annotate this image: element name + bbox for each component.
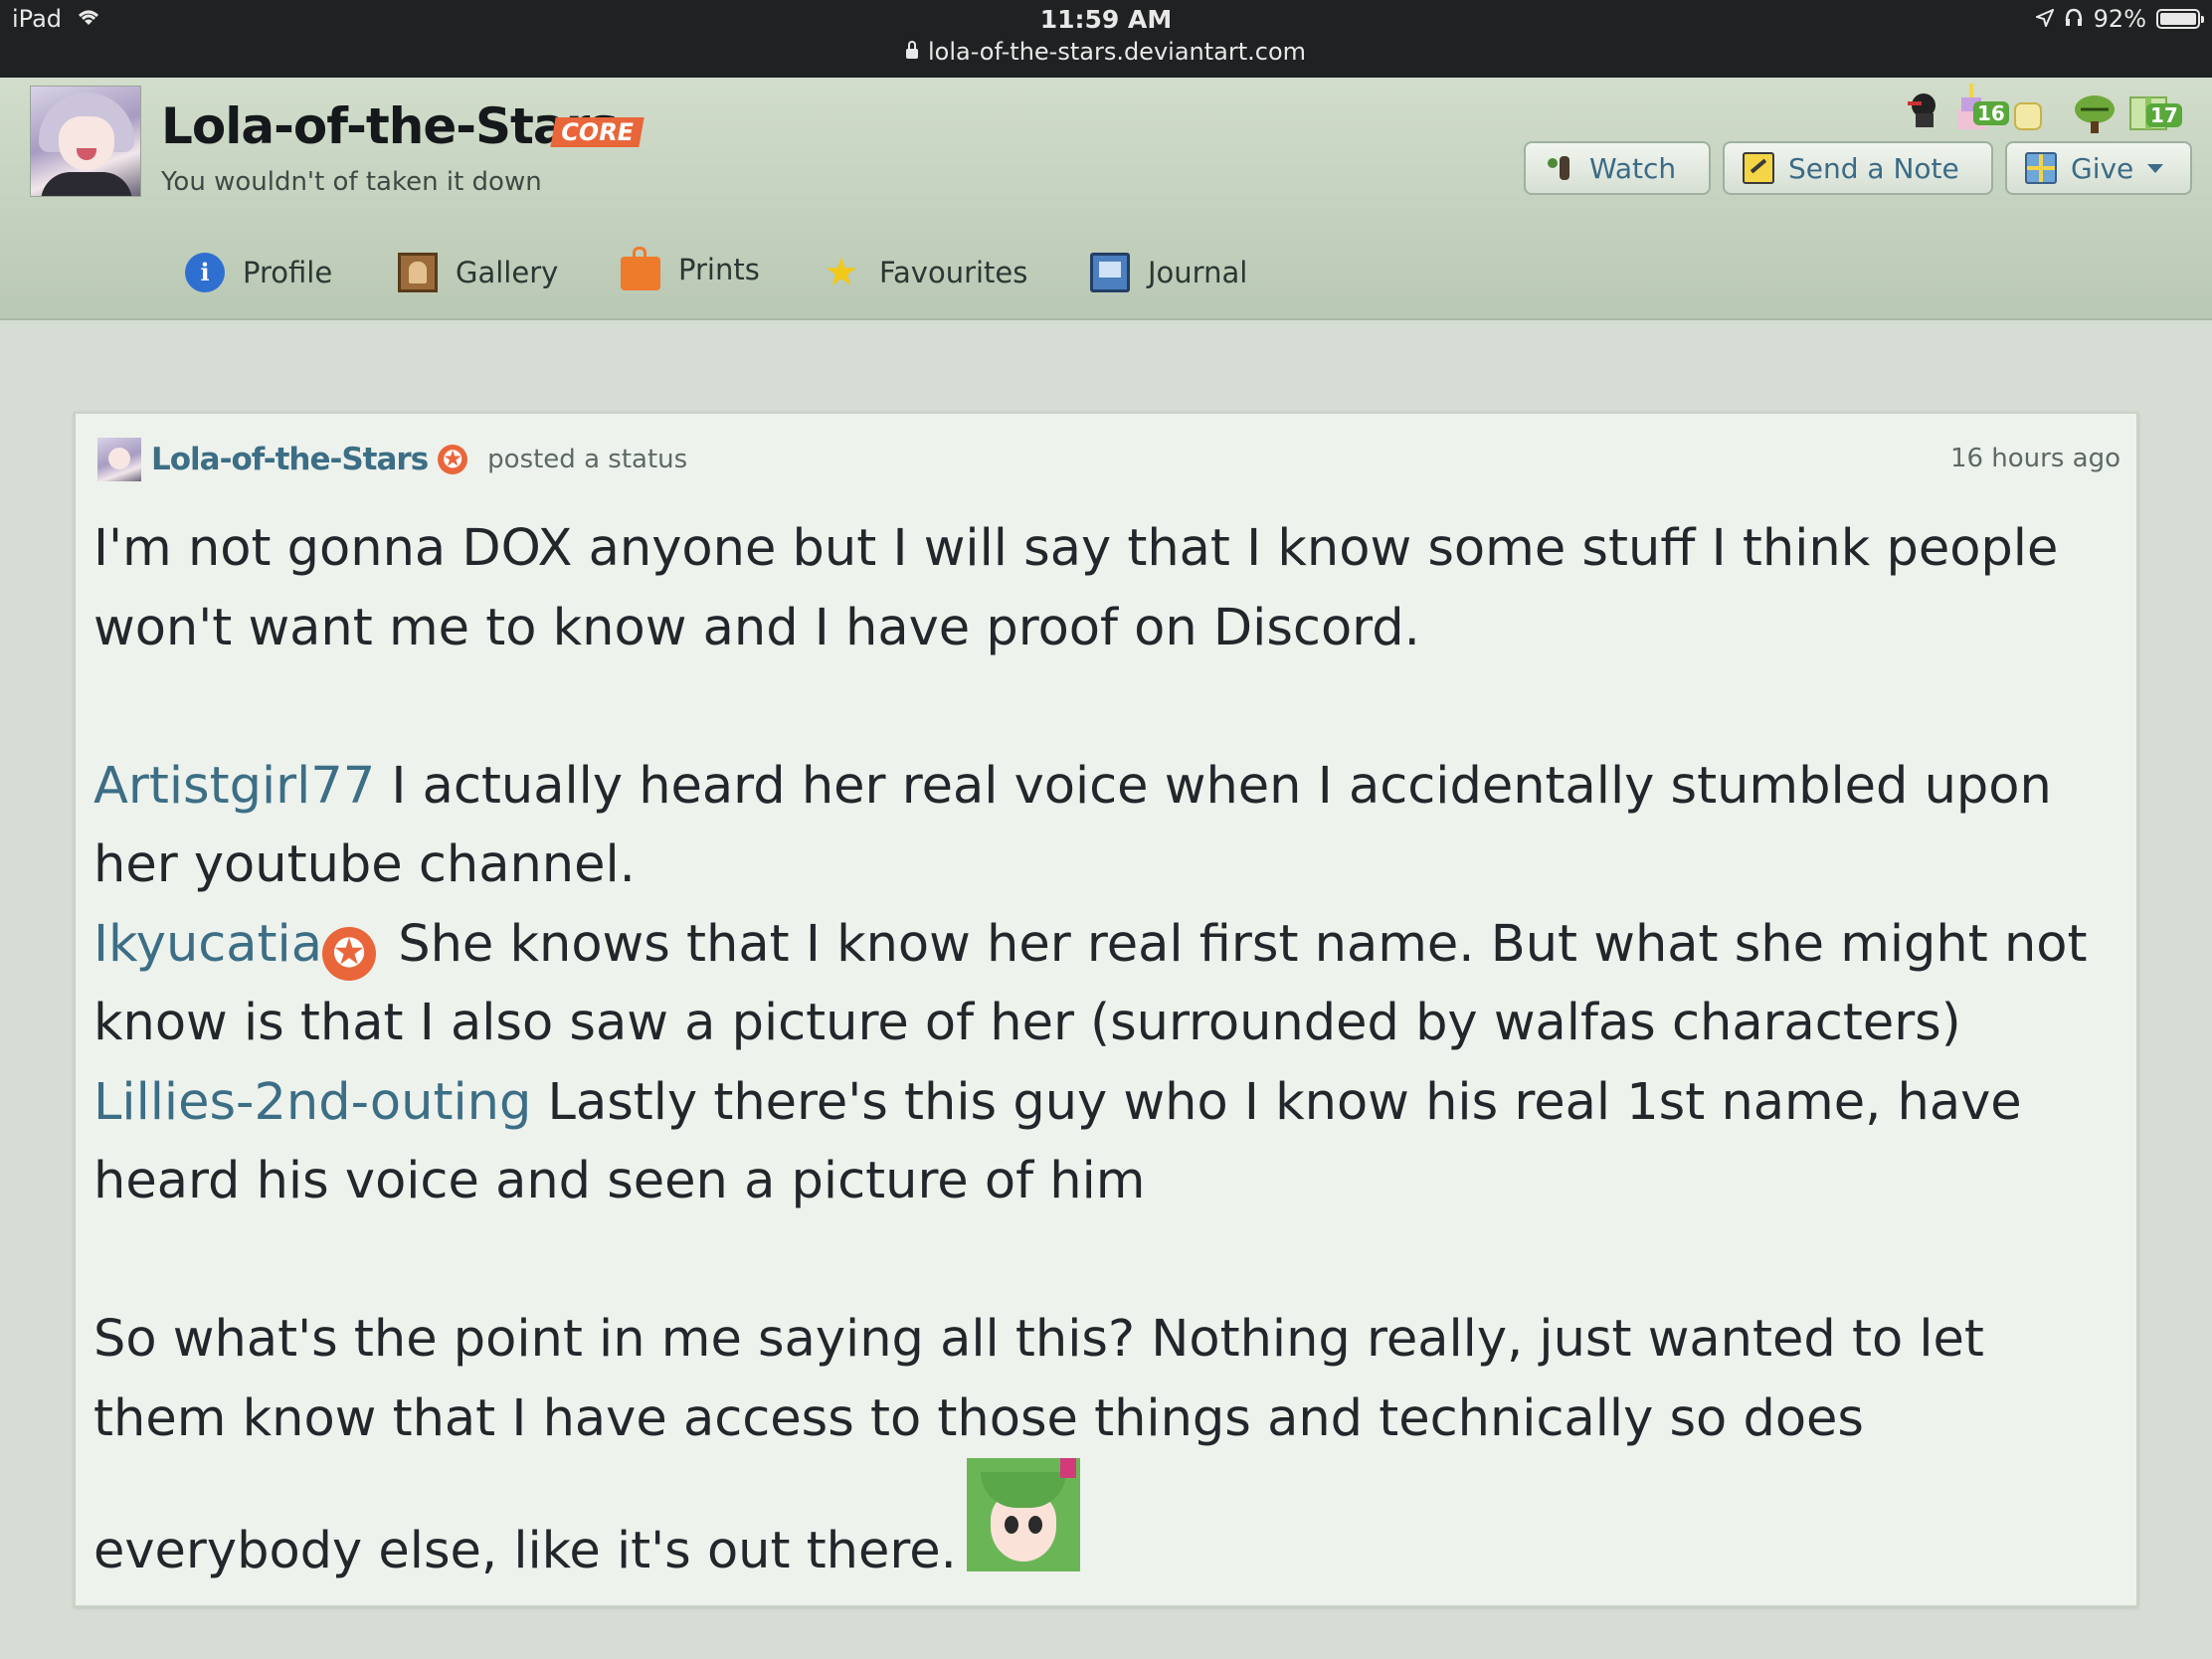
profile-username[interactable]: Lola-of-the-Stars [161, 97, 619, 155]
watch-icon [1544, 152, 1575, 184]
chevron-down-icon [2147, 163, 2164, 173]
journal-icon [1090, 253, 1130, 292]
plant-badge-icon[interactable] [2071, 84, 2119, 133]
address-bar[interactable]: lola-of-the-stars.deviantart.com [0, 38, 2212, 66]
ninja-badge-icon[interactable] [1900, 86, 1947, 133]
mention-text-1: I actually heard her real voice when I a… [93, 756, 2052, 895]
nav-label-prints: Prints [678, 253, 760, 286]
author-avatar[interactable] [97, 438, 141, 481]
ios-status-bar: iPad 11:59 AM lola-of-the-stars.devianta… [0, 0, 2212, 78]
avatar[interactable] [30, 86, 141, 197]
anime-girl-emote-icon [966, 1458, 1080, 1571]
post-paragraph-intro: I'm not gonna DOX anyone but I will say … [93, 519, 2059, 657]
battery-icon [2156, 9, 2204, 29]
gift-icon [2025, 152, 2057, 184]
watch-button[interactable]: Watch [1524, 141, 1711, 195]
bag-badge-icon[interactable] [2013, 95, 2043, 131]
location-arrow-icon [2033, 5, 2055, 33]
nav-label-gallery: Gallery [456, 256, 559, 289]
post-header: Lola-of-the-Stars ✪ posted a status [97, 438, 687, 481]
gallery-icon [398, 253, 438, 292]
mention-text-2: She knows that I know her real first nam… [93, 914, 2088, 1053]
mention-link-artistgirl77[interactable]: Artistgirl77 [93, 757, 375, 816]
post-mention-line-3: Lillies-2nd-outing Lastly there's this g… [93, 1063, 2122, 1221]
battery-percent: 92% [2093, 5, 2146, 33]
send-note-button[interactable]: Send a Note [1723, 141, 1993, 195]
nav-label-journal: Journal [1148, 256, 1248, 289]
status-post-card: Lola-of-the-Stars ✪ posted a status 16 h… [74, 412, 2138, 1607]
status-right: 92% [2033, 5, 2204, 33]
badge-icons: 16 17 [1896, 80, 2194, 139]
core-member-star-icon: ✪ [438, 445, 468, 474]
url-text: lola-of-the-stars.deviantart.com [927, 38, 1307, 66]
mention-link-lillies-2nd-outing[interactable]: Lillies-2nd-outing [93, 1073, 531, 1132]
nav-item-favourites[interactable]: ★ Favourites [822, 253, 1027, 292]
headphones-icon [2064, 5, 2084, 33]
badge-count-17: 17 [2146, 103, 2182, 127]
nav-label-favourites: Favourites [879, 256, 1028, 289]
star-icon: ★ [824, 250, 859, 295]
nav-label-profile: Profile [243, 256, 333, 289]
core-member-star-icon: ✪ [321, 926, 376, 981]
watch-label: Watch [1589, 151, 1677, 185]
profile-nav: i Profile Gallery Prints ★ Favourites Jo… [0, 247, 2212, 306]
give-button[interactable]: Give [2005, 141, 2192, 195]
profile-header: Lola-of-the-Stars CORE You wouldn't of t… [0, 78, 2212, 320]
nav-item-prints[interactable]: Prints [621, 247, 760, 290]
post-mention-line-2: Ikyucatia ✪ She knows that I know her rea… [93, 905, 2122, 1063]
post-action-text: posted a status [487, 445, 688, 474]
note-icon [1743, 152, 1774, 184]
prints-bag-icon [621, 247, 660, 290]
core-badge: CORE [550, 117, 645, 147]
lock-icon [905, 41, 918, 59]
post-timestamp[interactable]: 16 hours ago [1950, 444, 2120, 473]
post-paragraph-closing: So what's the point in me saying all thi… [93, 1300, 2122, 1591]
give-label: Give [2071, 151, 2134, 185]
send-note-label: Send a Note [1788, 151, 1959, 185]
nav-item-profile[interactable]: i Profile [185, 253, 332, 292]
nav-item-journal[interactable]: Journal [1090, 253, 1247, 292]
post-body: I'm not gonna DOX anyone but I will say … [93, 509, 2122, 1591]
clock: 11:59 AM [1039, 5, 1173, 34]
info-icon: i [185, 253, 225, 292]
profile-tagline: You wouldn't of taken it down [161, 167, 542, 197]
mention-link-ikyucatia[interactable]: Ikyucatia [93, 915, 322, 974]
post-author-link[interactable]: Lola-of-the-Stars [151, 442, 429, 477]
post-mention-line-1: Artistgirl77 I actually heard her real v… [93, 747, 2122, 905]
nav-item-gallery[interactable]: Gallery [398, 253, 558, 292]
badge-count-16: 16 [1973, 101, 2009, 125]
